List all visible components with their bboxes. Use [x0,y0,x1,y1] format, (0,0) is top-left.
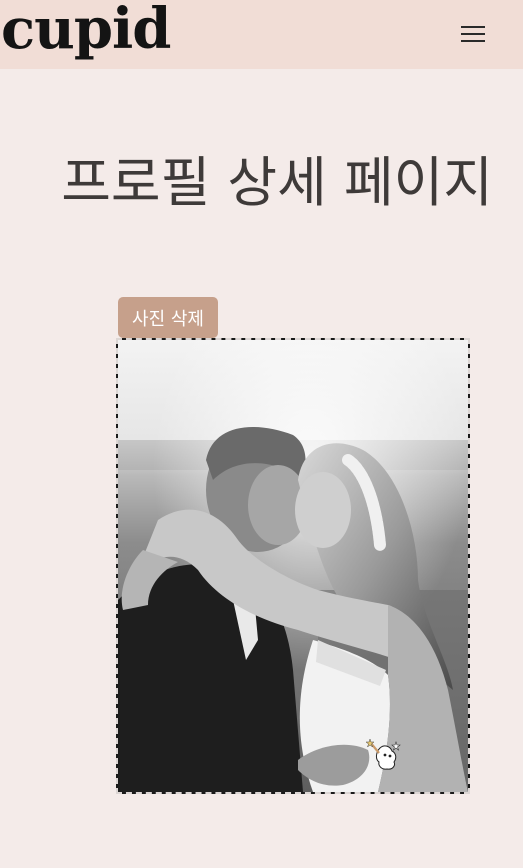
menu-line [461,26,485,28]
top-header: cupid [0,0,523,69]
photo-illustration [118,340,468,792]
hamburger-menu-icon[interactable] [458,22,488,46]
profile-photo[interactable] [116,338,470,794]
menu-line [461,33,485,35]
delete-photo-button[interactable]: 사진 삭제 [118,297,218,338]
page-title: 프로필 상세 페이지 [61,151,493,214]
cupid-logo[interactable]: cupid [1,0,171,64]
menu-line [461,40,485,42]
sparkle-wand-icon [366,738,401,770]
